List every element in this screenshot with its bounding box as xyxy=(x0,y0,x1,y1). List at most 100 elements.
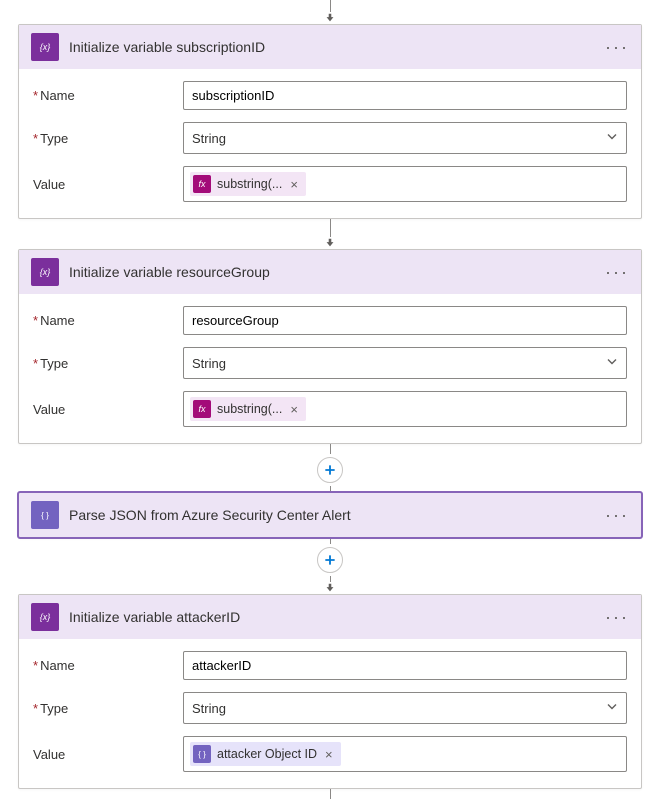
card-menu-button[interactable]: ··· xyxy=(605,37,629,58)
type-select[interactable]: String xyxy=(183,122,627,154)
connector-arrow-icon xyxy=(324,12,336,24)
label-text: Value xyxy=(33,402,65,417)
field-row-type: *Type String xyxy=(33,692,627,724)
select-value: String xyxy=(192,356,226,371)
card-title: Initialize variable subscriptionID xyxy=(69,39,595,55)
field-row-value: Value fx substring(... × xyxy=(33,391,627,427)
chevron-down-icon xyxy=(606,131,618,146)
field-row-name: *Name xyxy=(33,81,627,110)
card-header[interactable]: {x} Initialize variable attackerID ··· xyxy=(19,595,641,639)
label-text: Type xyxy=(40,131,68,146)
field-row-type: *Type String xyxy=(33,122,627,154)
chip-text: attacker Object ID xyxy=(217,747,317,761)
field-label: *Name xyxy=(33,88,173,103)
field-label: *Type xyxy=(33,356,173,371)
chip-remove-button[interactable]: × xyxy=(288,402,300,417)
chip-remove-button[interactable]: × xyxy=(323,747,335,762)
required-asterisk: * xyxy=(33,131,38,146)
field-label: *Name xyxy=(33,658,173,673)
connector-line xyxy=(330,538,331,544)
connector-line xyxy=(330,219,331,237)
type-select[interactable]: String xyxy=(183,347,627,379)
card-title: Parse JSON from Azure Security Center Al… xyxy=(69,507,595,523)
svg-text:fx: fx xyxy=(198,179,206,189)
step-card-initialize-variable-attackerid: {x} Initialize variable attackerID ··· *… xyxy=(18,594,642,789)
card-header[interactable]: {x} Initialize variable subscriptionID ·… xyxy=(19,25,641,69)
required-asterisk: * xyxy=(33,356,38,371)
field-label: Value xyxy=(33,747,173,762)
connector-with-plus xyxy=(18,538,642,594)
value-input[interactable]: fx substring(... × xyxy=(183,166,627,202)
select-value: String xyxy=(192,131,226,146)
fx-icon: fx xyxy=(193,400,211,418)
chip-text: substring(... xyxy=(217,177,282,191)
card-body: *Name *Type String Value fx xyxy=(19,294,641,443)
card-title: Initialize variable resourceGroup xyxy=(69,264,595,280)
expression-chip[interactable]: fx substring(... × xyxy=(190,172,306,196)
json-icon: { } xyxy=(193,745,211,763)
connector xyxy=(18,789,642,799)
label-text: Name xyxy=(40,88,75,103)
card-body: *Name *Type String Value fx xyxy=(19,69,641,218)
connector-arrow-icon xyxy=(324,237,336,249)
svg-text:{x}: {x} xyxy=(40,42,51,52)
value-input[interactable]: { } attacker Object ID × xyxy=(183,736,627,772)
svg-text:{x}: {x} xyxy=(40,612,51,622)
connector xyxy=(18,219,642,249)
card-body: *Name *Type String Value { } xyxy=(19,639,641,788)
card-header[interactable]: { } Parse JSON from Azure Security Cente… xyxy=(19,493,641,537)
chip-remove-button[interactable]: × xyxy=(288,177,300,192)
connector-line xyxy=(330,486,331,492)
connector-arrow-icon xyxy=(324,582,336,594)
label-text: Name xyxy=(40,658,75,673)
field-row-type: *Type String xyxy=(33,347,627,379)
card-header[interactable]: {x} Initialize variable resourceGroup ··… xyxy=(19,250,641,294)
connector-line xyxy=(330,444,331,454)
field-row-value: Value { } attacker Object ID × xyxy=(33,736,627,772)
step-card-parse-json: { } Parse JSON from Azure Security Cente… xyxy=(18,492,642,538)
dynamic-content-chip[interactable]: { } attacker Object ID × xyxy=(190,742,341,766)
svg-text:fx: fx xyxy=(198,404,206,414)
connector xyxy=(18,0,642,24)
field-row-name: *Name xyxy=(33,651,627,680)
field-label: *Type xyxy=(33,701,173,716)
variable-icon: {x} xyxy=(31,33,59,61)
label-text: Type xyxy=(40,356,68,371)
field-label: Value xyxy=(33,177,173,192)
type-select[interactable]: String xyxy=(183,692,627,724)
label-text: Value xyxy=(33,177,65,192)
required-asterisk: * xyxy=(33,701,38,716)
chevron-down-icon xyxy=(606,356,618,371)
connector-line xyxy=(330,789,331,799)
name-input[interactable] xyxy=(183,306,627,335)
json-icon: { } xyxy=(31,501,59,529)
card-menu-button[interactable]: ··· xyxy=(605,262,629,283)
label-text: Type xyxy=(40,701,68,716)
field-label: Value xyxy=(33,402,173,417)
chip-text: substring(... xyxy=(217,402,282,416)
card-menu-button[interactable]: ··· xyxy=(605,607,629,628)
chevron-down-icon xyxy=(606,701,618,716)
svg-text:{x}: {x} xyxy=(40,267,51,277)
required-asterisk: * xyxy=(33,658,38,673)
required-asterisk: * xyxy=(33,88,38,103)
card-menu-button[interactable]: ··· xyxy=(605,505,629,526)
add-step-button[interactable] xyxy=(317,457,343,483)
label-text: Name xyxy=(40,313,75,328)
variable-icon: {x} xyxy=(31,258,59,286)
connector-with-plus xyxy=(18,444,642,492)
name-input[interactable] xyxy=(183,651,627,680)
add-step-button[interactable] xyxy=(317,547,343,573)
card-title: Initialize variable attackerID xyxy=(69,609,595,625)
value-input[interactable]: fx substring(... × xyxy=(183,391,627,427)
svg-text:{ }: { } xyxy=(198,750,206,759)
required-asterisk: * xyxy=(33,313,38,328)
svg-text:{ }: { } xyxy=(41,511,49,520)
variable-icon: {x} xyxy=(31,603,59,631)
select-value: String xyxy=(192,701,226,716)
field-row-name: *Name xyxy=(33,306,627,335)
field-row-value: Value fx substring(... × xyxy=(33,166,627,202)
name-input[interactable] xyxy=(183,81,627,110)
expression-chip[interactable]: fx substring(... × xyxy=(190,397,306,421)
logic-app-designer-canvas: {x} Initialize variable subscriptionID ·… xyxy=(0,0,660,809)
